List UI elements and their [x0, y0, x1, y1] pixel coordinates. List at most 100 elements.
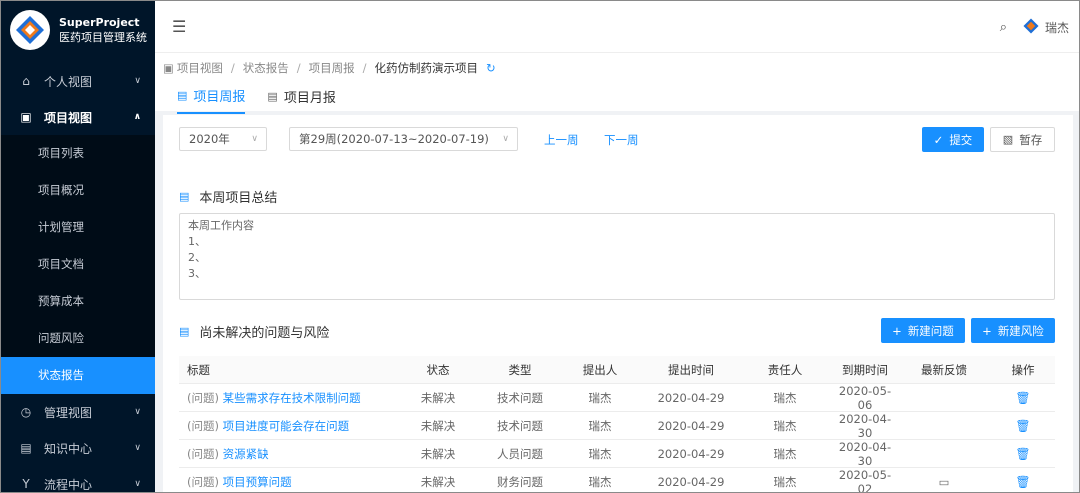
table-row: (问题) 某些需求存在技术限制问题 未解决 技术问题 瑞杰 2020-04-29…	[179, 384, 1055, 412]
issue-title-link[interactable]: 项目预算问题	[223, 475, 292, 489]
sidebar-item-project-overview[interactable]: 项目概况	[1, 172, 155, 209]
new-risk-button[interactable]: + 新建风险	[971, 318, 1055, 343]
delete-icon[interactable]: 🗑	[1015, 447, 1030, 461]
brand-name: SuperProject	[59, 16, 140, 29]
cell-owner: 瑞杰	[773, 474, 797, 489]
comment-icon[interactable]: ▭	[939, 475, 950, 489]
cell-due: 2020-04-30	[838, 411, 892, 440]
sidebar-item-issues[interactable]: 问题风险	[1, 320, 155, 357]
week-select[interactable]: 第29周(2020-07-13~2020-07-19) ∨	[289, 127, 518, 151]
prev-week-link[interactable]: 上一周	[544, 132, 579, 148]
save-draft-button[interactable]: ▧ 暂存	[990, 127, 1055, 152]
summary-section-title: ▤ 本周项目总结	[179, 187, 277, 206]
cell-submitter: 瑞杰	[588, 390, 612, 405]
section-icon: ▤	[179, 190, 190, 203]
row-tag: (问题)	[187, 390, 219, 405]
chevron-down-icon: ∨	[251, 134, 258, 144]
logo-icon	[10, 10, 50, 50]
delete-icon[interactable]: 🗑	[1015, 419, 1030, 433]
main-area: ☰ ⌕ 瑞杰 ▣ 项目视图 / 状态报告 / 项目周报 / 化药仿制药演示项目 …	[155, 1, 1079, 492]
document-icon: ▤	[177, 89, 188, 102]
menu-label: 项目视图	[44, 110, 93, 125]
tab-weekly-report[interactable]: ▤ 项目周报	[177, 86, 246, 114]
process-icon: Y	[22, 477, 30, 491]
menu-knowledge-center[interactable]: ▤ 知识中心 ∨	[1, 430, 155, 466]
menu-label: 知识中心	[44, 441, 93, 456]
menu-label: 个人视图	[44, 74, 93, 89]
issue-title-link[interactable]: 项目进度可能会存在问题	[223, 419, 350, 433]
table-header: 标题 状态 类型 提出人 提出时间 责任人 到期时间 最新反馈 操作	[179, 356, 1055, 384]
plus-icon: +	[892, 323, 902, 338]
breadcrumb-item[interactable]: 状态报告	[243, 60, 289, 76]
tab-label: 项目月报	[283, 91, 336, 106]
search-icon[interactable]: ⌕	[1000, 20, 1007, 35]
chevron-down-icon: ∨	[134, 76, 141, 86]
col-header: 标题	[187, 362, 210, 377]
menu-management-view[interactable]: ◷ 管理视图 ∨	[1, 394, 155, 430]
refresh-icon[interactable]: ↻	[486, 61, 496, 75]
col-header: 到期时间	[842, 362, 888, 377]
cell-type: 人员问题	[497, 446, 543, 461]
check-icon: ✓	[933, 132, 944, 147]
issues-table: 标题 状态 类型 提出人 提出时间 责任人 到期时间 最新反馈 操作 (问题) …	[179, 356, 1055, 492]
submit-button[interactable]: ✓ 提交	[922, 127, 984, 152]
next-week-link[interactable]: 下一周	[604, 132, 639, 148]
cell-type: 技术问题	[497, 418, 543, 433]
breadcrumb-icon: ▣	[163, 61, 174, 75]
sidebar-item-plan[interactable]: 计划管理	[1, 209, 155, 246]
cell-submitter: 瑞杰	[588, 418, 612, 433]
cell-owner: 瑞杰	[773, 446, 797, 461]
cell-status: 未解决	[420, 418, 456, 433]
delete-icon[interactable]: 🗑	[1015, 391, 1030, 405]
col-header: 状态	[426, 362, 450, 377]
row-tag: (问题)	[187, 418, 219, 433]
sidebar-item-documents[interactable]: 项目文档	[1, 246, 155, 283]
menu-project-view[interactable]: ▣ 项目视图 ∧	[1, 99, 155, 135]
new-risk-label: 新建风险	[997, 323, 1044, 338]
menu-process-center[interactable]: Y 流程中心 ∨	[1, 466, 155, 492]
col-header: 操作	[1011, 362, 1035, 377]
top-header: ☰ ⌕ 瑞杰	[155, 1, 1079, 53]
home-icon: ⌂	[22, 74, 30, 88]
cell-submitter: 瑞杰	[588, 446, 612, 461]
delete-icon[interactable]: 🗑	[1015, 475, 1030, 489]
report-tabs: ▤ 项目周报 ▤ 项目月报	[177, 86, 358, 114]
table-row: (问题) 项目进度可能会存在问题 未解决 技术问题 瑞杰 2020-04-29 …	[179, 412, 1055, 440]
menu-label: 流程中心	[44, 477, 93, 492]
issue-title-link[interactable]: 某些需求存在技术限制问题	[223, 391, 361, 405]
cell-time: 2020-04-29	[657, 390, 725, 405]
issue-title-link[interactable]: 资源紧缺	[223, 447, 269, 461]
year-value: 2020年	[189, 132, 230, 146]
cell-due: 2020-04-30	[838, 439, 892, 468]
tab-monthly-report[interactable]: ▤ 项目月报	[267, 86, 335, 114]
brand-subtitle: 医药项目管理系统	[59, 31, 147, 44]
sidebar-item-status-report[interactable]: 状态报告	[1, 357, 155, 394]
new-issue-button[interactable]: + 新建问题	[881, 318, 965, 343]
save-icon: ▧	[1002, 133, 1014, 146]
menu-label: 管理视图	[44, 405, 93, 420]
cell-submitter: 瑞杰	[588, 474, 612, 489]
chevron-down-icon: ∨	[502, 134, 509, 144]
avatar[interactable]	[1023, 18, 1039, 37]
cell-type: 财务问题	[497, 474, 543, 489]
year-select[interactable]: 2020年 ∨	[179, 127, 267, 151]
chevron-down-icon: ∨	[134, 479, 141, 489]
menu-personal-view[interactable]: ⌂ 个人视图 ∨	[1, 63, 155, 99]
cell-due: 2020-05-06	[838, 383, 892, 412]
breadcrumb-item[interactable]: 项目周报	[309, 60, 355, 76]
breadcrumb-current: 化药仿制药演示项目	[374, 61, 479, 75]
breadcrumb-bar: ▣ 项目视图 / 状态报告 / 项目周报 / 化药仿制药演示项目 ↻ ▤ 项目周…	[155, 53, 1079, 114]
sidebar-item-budget[interactable]: 预算成本	[1, 283, 155, 320]
cell-time: 2020-04-29	[657, 474, 725, 489]
breadcrumb-item[interactable]: 项目视图	[177, 60, 223, 76]
draft-label: 暂存	[1019, 132, 1043, 147]
tab-label: 项目周报	[193, 90, 246, 105]
chevron-up-icon: ∧	[133, 112, 141, 122]
summary-textarea[interactable]: 本周工作内容 1、 2、 3、	[179, 213, 1055, 300]
menu-fold-icon[interactable]: ☰	[172, 17, 186, 36]
knowledge-icon: ▤	[20, 441, 32, 455]
cell-type: 技术问题	[497, 390, 543, 405]
row-tag: (问题)	[187, 446, 219, 461]
sidebar-item-project-list[interactable]: 项目列表	[1, 135, 155, 172]
user-name[interactable]: 瑞杰	[1045, 19, 1069, 36]
